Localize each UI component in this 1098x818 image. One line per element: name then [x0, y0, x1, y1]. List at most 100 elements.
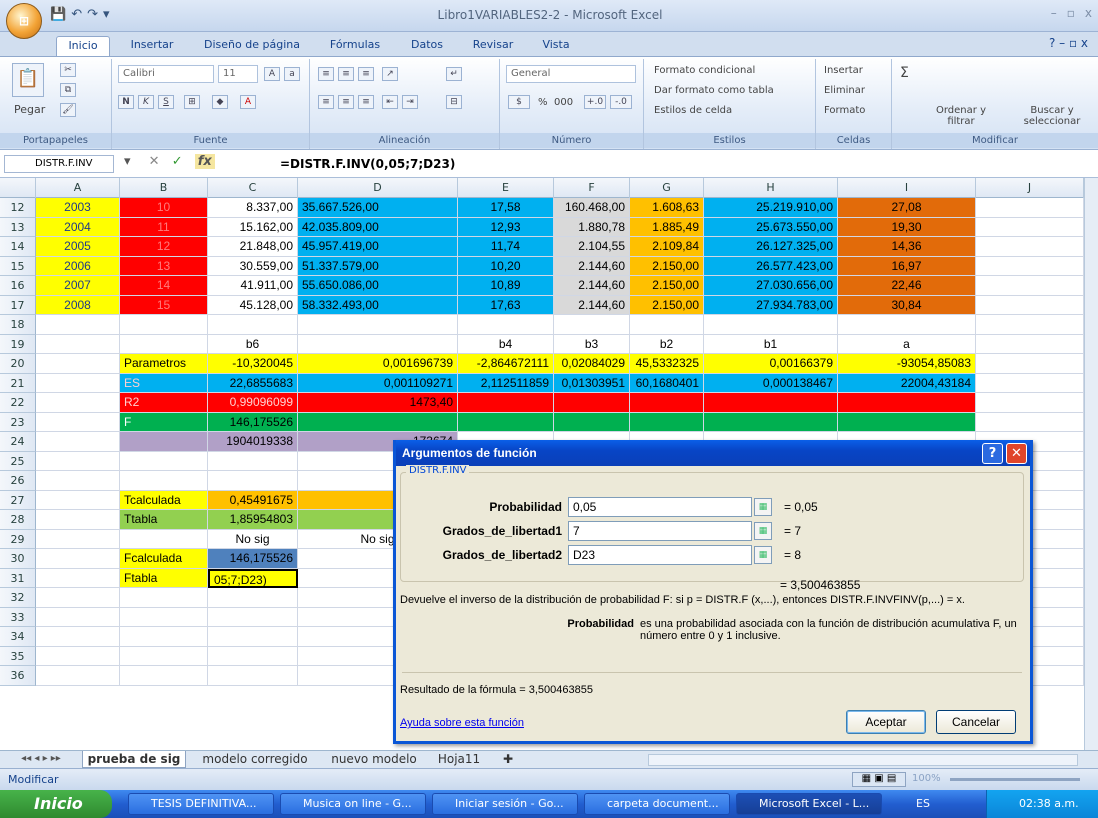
cell-E17[interactable]: 17,63: [458, 295, 554, 315]
cell-B17[interactable]: 15: [120, 295, 208, 315]
taskbar-item[interactable]: Iniciar sesión - Go...: [432, 793, 578, 815]
cell-H15[interactable]: 26.577.423,00: [704, 256, 838, 276]
view-buttons[interactable]: ▦ ▣ ▤: [852, 772, 906, 787]
paste-icon[interactable]: 📋: [12, 63, 44, 97]
cell-A29[interactable]: [36, 529, 120, 549]
cell-I16[interactable]: 22,46: [838, 276, 976, 296]
cell-A31[interactable]: [36, 568, 120, 588]
cell-G16[interactable]: 2.150,00: [630, 276, 704, 296]
cell-G23[interactable]: [630, 412, 704, 432]
cell-B20[interactable]: Parametros: [120, 354, 208, 374]
align-center-icon[interactable]: ≡: [338, 95, 354, 109]
cell-F22[interactable]: [554, 393, 630, 413]
cell-B26[interactable]: [120, 471, 208, 491]
font-size-select[interactable]: 11: [218, 65, 258, 83]
column-header[interactable]: F: [554, 178, 630, 198]
insert-sheet-icon[interactable]: ✚: [494, 751, 522, 768]
cell-F23[interactable]: [554, 412, 630, 432]
column-header[interactable]: C: [208, 178, 298, 198]
cell-B15[interactable]: 13: [120, 256, 208, 276]
column-header[interactable]: I: [838, 178, 976, 198]
cell-H14[interactable]: 26.127.325,00: [704, 237, 838, 257]
cell-C26[interactable]: [208, 471, 298, 491]
cell-E23[interactable]: [458, 412, 554, 432]
cell-I17[interactable]: 30,84: [838, 295, 976, 315]
cell-B34[interactable]: [120, 627, 208, 647]
format-cells-button[interactable]: Formato: [824, 105, 865, 116]
row-header[interactable]: 20: [0, 354, 36, 374]
cell-A18[interactable]: [36, 315, 120, 335]
cell-A35[interactable]: [36, 646, 120, 666]
name-box[interactable]: DISTR.F.INV: [4, 155, 114, 173]
align-middle-icon[interactable]: ≡: [338, 67, 354, 81]
cell-I18[interactable]: [838, 315, 976, 335]
ok-button[interactable]: Aceptar: [846, 710, 926, 734]
cell-B32[interactable]: [120, 588, 208, 608]
cell-A27[interactable]: [36, 490, 120, 510]
cell-D17[interactable]: 58.332.493,00: [298, 295, 458, 315]
undo-icon[interactable]: ↶: [71, 7, 82, 25]
row-header[interactable]: 12: [0, 198, 36, 218]
cell-G20[interactable]: 45,5332325: [630, 354, 704, 374]
cell-J22[interactable]: [976, 393, 1084, 413]
cell-A30[interactable]: [36, 549, 120, 569]
row-header[interactable]: 17: [0, 295, 36, 315]
cell-A17[interactable]: 2008: [36, 295, 120, 315]
cell-B14[interactable]: 12: [120, 237, 208, 257]
cell-C14[interactable]: 21.848,00: [208, 237, 298, 257]
align-right-icon[interactable]: ≡: [358, 95, 374, 109]
cell-C35[interactable]: [208, 646, 298, 666]
cell-B18[interactable]: [120, 315, 208, 335]
column-header[interactable]: H: [704, 178, 838, 198]
cell-A23[interactable]: [36, 412, 120, 432]
cell-G18[interactable]: [630, 315, 704, 335]
cancel-icon[interactable]: ✕: [149, 154, 160, 169]
find-select-button[interactable]: Buscar y seleccionar: [1012, 105, 1092, 127]
increase-indent-icon[interactable]: ⇥: [402, 95, 418, 109]
cell-F12[interactable]: 160.468,00: [554, 198, 630, 218]
cell-D13[interactable]: 42.035.809,00: [298, 217, 458, 237]
column-header[interactable]: G: [630, 178, 704, 198]
cell-G12[interactable]: 1.608,63: [630, 198, 704, 218]
enter-icon[interactable]: ✓: [172, 154, 183, 169]
sheet-nav-buttons[interactable]: ◂◂ ◂ ▸ ▸▸: [6, 751, 76, 768]
cell-B29[interactable]: [120, 529, 208, 549]
cell-A28[interactable]: [36, 510, 120, 530]
increase-decimal-icon[interactable]: +.0: [584, 95, 606, 109]
ribbon-window-controls[interactable]: ? – ▫ x: [1049, 36, 1088, 50]
cell-E12[interactable]: 17,58: [458, 198, 554, 218]
zoom-slider[interactable]: [950, 778, 1080, 781]
office-button[interactable]: ⊞: [6, 3, 42, 39]
help-icon[interactable]: ?: [982, 443, 1003, 464]
cell-J15[interactable]: [976, 256, 1084, 276]
cell-H18[interactable]: [704, 315, 838, 335]
cell-I15[interactable]: 16,97: [838, 256, 976, 276]
cell-J14[interactable]: [976, 237, 1084, 257]
taskbar-item[interactable]: TESIS DEFINITIVA...: [128, 793, 274, 815]
restore-button[interactable]: ▫: [1067, 6, 1075, 24]
underline-button[interactable]: S: [158, 95, 174, 109]
shrink-font-icon[interactable]: a: [284, 67, 300, 81]
cell-B27[interactable]: Tcalculada: [120, 490, 208, 510]
row-header[interactable]: 26: [0, 471, 36, 491]
cell-C22[interactable]: 0,99096099: [208, 393, 298, 413]
autosum-icon[interactable]: Σ: [900, 65, 909, 81]
cell-C36[interactable]: [208, 666, 298, 686]
fill-color-icon[interactable]: ◆: [212, 95, 228, 109]
cell-E18[interactable]: [458, 315, 554, 335]
cell-H13[interactable]: 25.673.550,00: [704, 217, 838, 237]
align-bottom-icon[interactable]: ≡: [358, 67, 374, 81]
row-header[interactable]: 31: [0, 568, 36, 588]
cell-D15[interactable]: 51.337.579,00: [298, 256, 458, 276]
cell-G21[interactable]: 60,1680401: [630, 373, 704, 393]
delete-cells-button[interactable]: Eliminar: [824, 85, 865, 96]
row-header[interactable]: 24: [0, 432, 36, 452]
taskbar-item[interactable]: Musica on line - G...: [280, 793, 426, 815]
tab-insertar[interactable]: Insertar: [120, 36, 184, 56]
sheet-tab[interactable]: Hoja11: [428, 751, 490, 768]
cell-E15[interactable]: 10,20: [458, 256, 554, 276]
cell-D16[interactable]: 55.650.086,00: [298, 276, 458, 296]
taskbar-item[interactable]: carpeta document...: [584, 793, 730, 815]
sort-filter-button[interactable]: Ordenar y filtrar: [926, 105, 996, 127]
format-painter-icon[interactable]: 🖌: [60, 103, 76, 117]
